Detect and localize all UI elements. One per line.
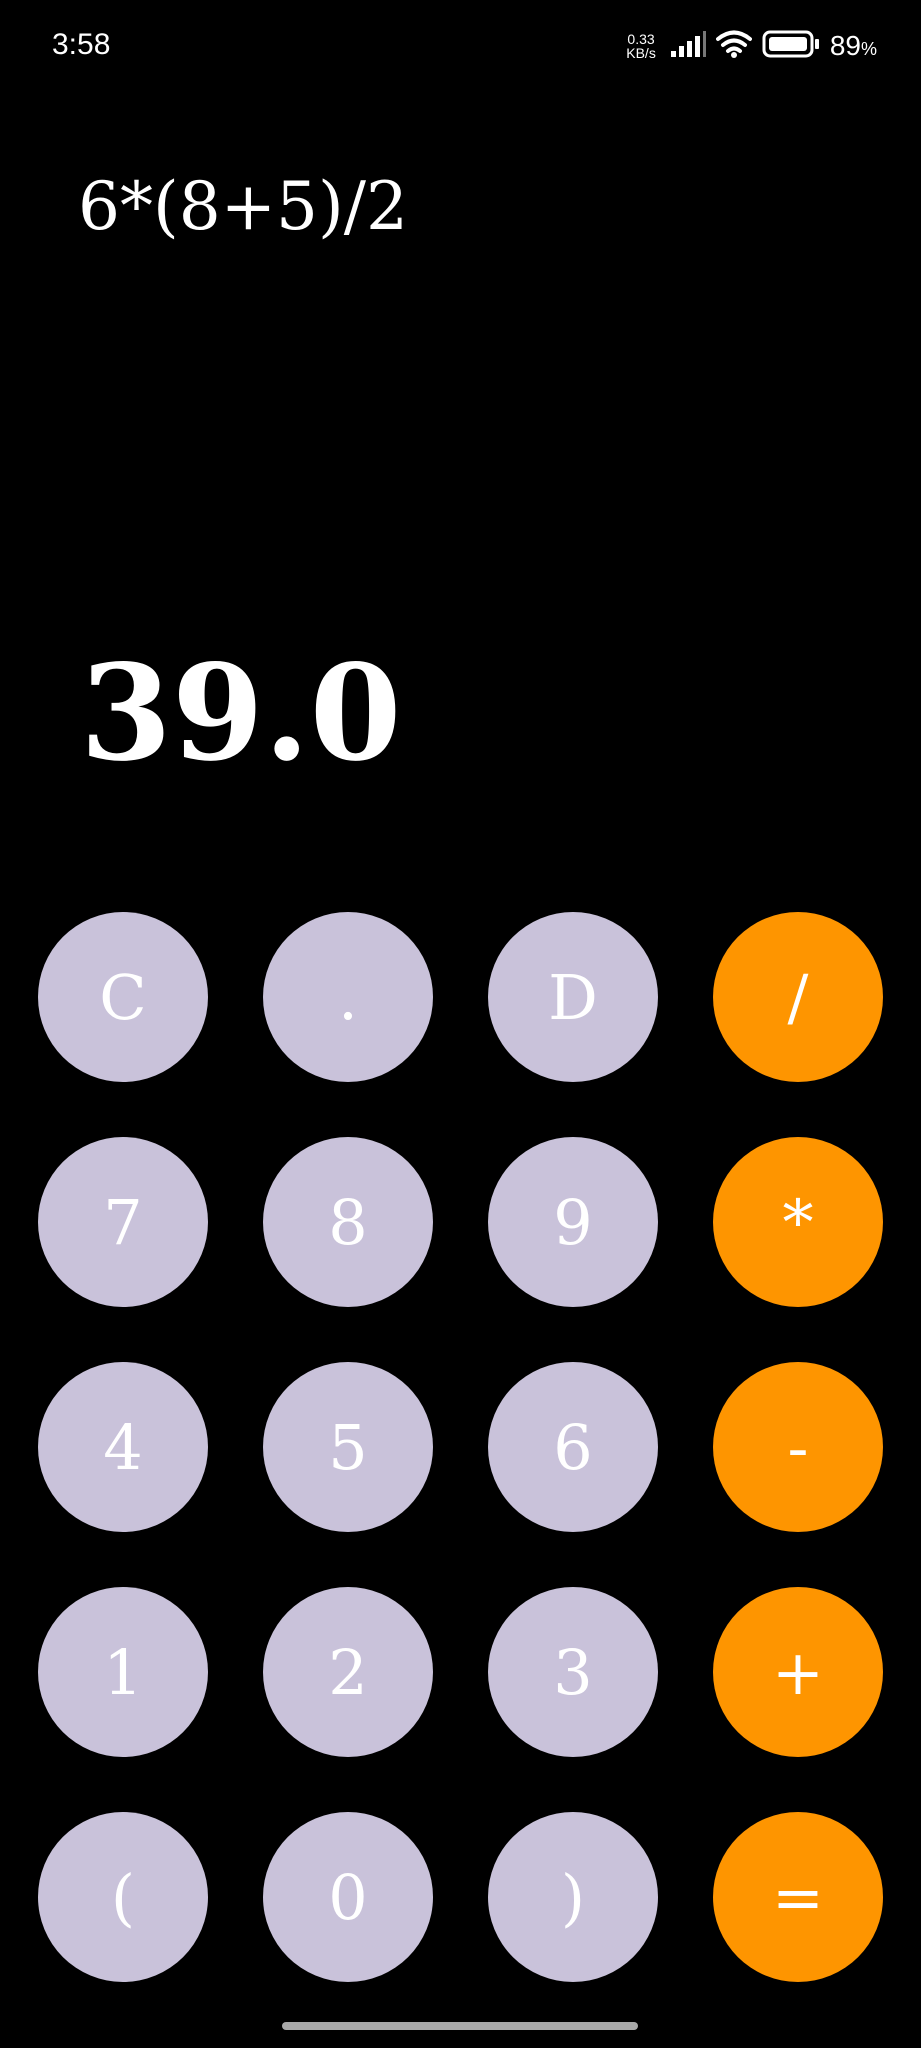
battery-level: 89 [829, 30, 861, 61]
wifi-icon [715, 30, 752, 63]
digit-4-button[interactable]: 4 [38, 1362, 208, 1532]
equals-button[interactable]: = [713, 1812, 883, 1982]
network-speed-value: 0.33 [627, 31, 655, 47]
clear-button[interactable]: C [38, 912, 208, 1082]
status-icons: 0.33 KB/s 89% [626, 26, 877, 66]
signal-icon [670, 30, 706, 62]
subtract-button[interactable]: - [713, 1362, 883, 1532]
battery-unit: % [860, 39, 877, 59]
battery-percentage: 89% [830, 30, 877, 62]
close-paren-button[interactable]: ) [488, 1812, 658, 1982]
result-display: 39.0 [80, 636, 402, 791]
digit-0-button[interactable]: 0 [263, 1812, 433, 1982]
digit-3-button[interactable]: 3 [488, 1587, 658, 1757]
digit-1-button[interactable]: 1 [38, 1587, 208, 1757]
digit-5-button[interactable]: 5 [263, 1362, 433, 1532]
expression-display: 6*(8+5)/2 [78, 168, 408, 245]
open-paren-button[interactable]: ( [38, 1812, 208, 1982]
multiply-button[interactable]: * [713, 1137, 883, 1307]
status-time: 3:58 [52, 28, 111, 61]
battery-icon [762, 30, 820, 63]
digit-6-button[interactable]: 6 [488, 1362, 658, 1532]
divide-button[interactable]: / [713, 912, 883, 1082]
delete-button[interactable]: D [488, 912, 658, 1082]
add-button[interactable]: + [713, 1587, 883, 1757]
network-speed: 0.33 KB/s [626, 32, 656, 60]
digit-9-button[interactable]: 9 [488, 1137, 658, 1307]
home-indicator[interactable] [282, 2022, 638, 2030]
network-speed-unit: KB/s [626, 45, 656, 61]
digit-8-button[interactable]: 8 [263, 1137, 433, 1307]
status-bar: 3:58 0.33 KB/s 89% [0, 0, 921, 96]
keypad: C . D / 7 8 9 * 4 5 6 - 1 2 3 + ( 0 ) = [38, 912, 884, 1982]
decimal-point-button[interactable]: . [263, 912, 433, 1082]
digit-2-button[interactable]: 2 [263, 1587, 433, 1757]
digit-7-button[interactable]: 7 [38, 1137, 208, 1307]
